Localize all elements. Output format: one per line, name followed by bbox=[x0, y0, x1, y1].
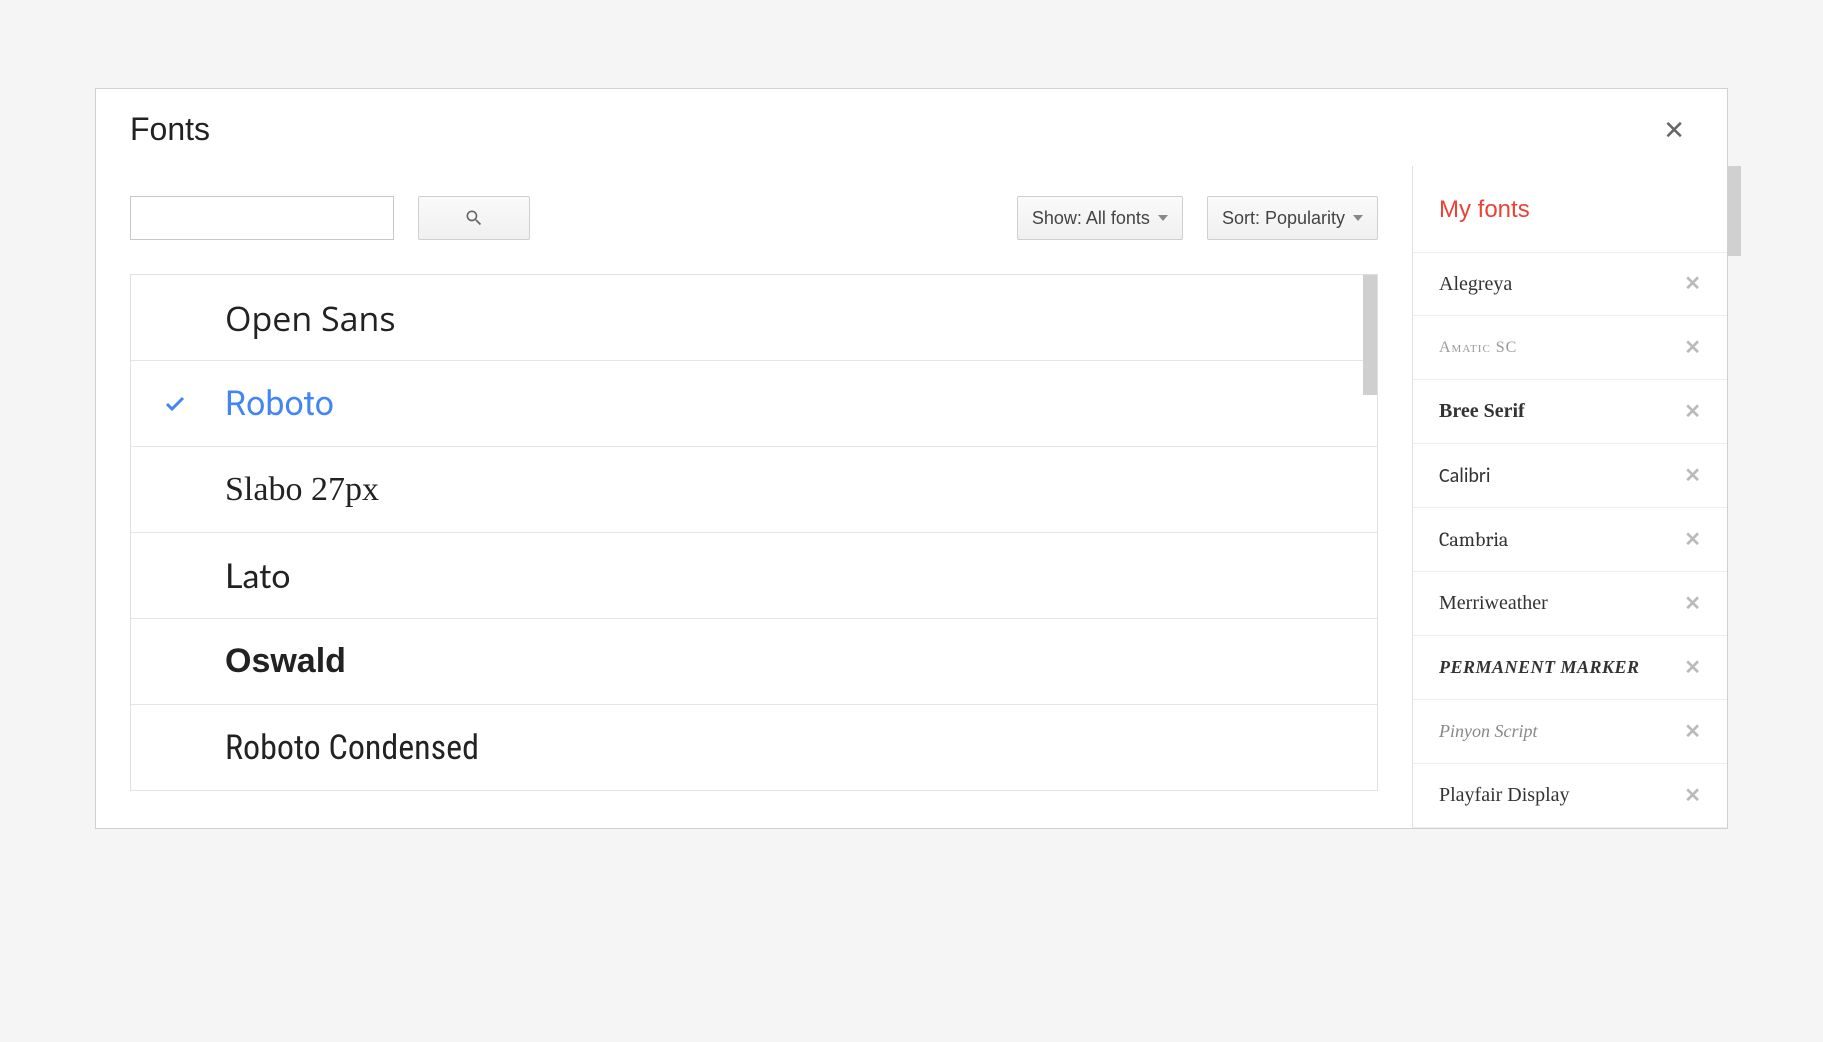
my-font-name-label: Bree Serif bbox=[1439, 400, 1525, 423]
my-font-name-label: Cambria bbox=[1439, 528, 1508, 551]
font-list-scrollbar[interactable] bbox=[1363, 275, 1377, 395]
font-name-label: Roboto Condensed bbox=[225, 728, 479, 768]
my-fonts-title: My fonts bbox=[1413, 196, 1727, 252]
my-font-item: Bree Serif ✕ bbox=[1413, 380, 1727, 444]
close-icon: ✕ bbox=[1684, 337, 1701, 359]
close-icon: ✕ bbox=[1663, 115, 1685, 145]
remove-font-button[interactable]: ✕ bbox=[1684, 722, 1701, 742]
remove-font-button[interactable]: ✕ bbox=[1684, 466, 1701, 486]
my-font-name-label: Pinyon Script bbox=[1439, 721, 1537, 742]
close-button[interactable]: ✕ bbox=[1655, 113, 1693, 147]
remove-font-button[interactable]: ✕ bbox=[1684, 338, 1701, 358]
close-icon: ✕ bbox=[1684, 785, 1701, 807]
chevron-down-icon bbox=[1353, 215, 1363, 221]
remove-font-button[interactable]: ✕ bbox=[1684, 786, 1701, 806]
main-panel: Show: All fonts Sort: Popularity Open Sa… bbox=[96, 166, 1413, 828]
my-fonts-list: Alegreya✕Amatic SC✕Bree Serif✕Calibri✕Ca… bbox=[1413, 252, 1727, 828]
chevron-down-icon bbox=[1158, 215, 1168, 221]
my-font-name-label: Playfair Display bbox=[1439, 784, 1570, 807]
my-font-item: Playfair Display ✕ bbox=[1413, 764, 1727, 828]
fonts-dialog: Fonts ✕ Show: All fonts Sort: Popularity bbox=[95, 88, 1728, 829]
search-icon bbox=[464, 208, 484, 228]
close-icon: ✕ bbox=[1684, 657, 1701, 679]
my-font-item: Alegreya ✕ bbox=[1413, 252, 1727, 316]
my-font-item: Calibri ✕ bbox=[1413, 444, 1727, 508]
close-icon: ✕ bbox=[1684, 529, 1701, 551]
my-font-name-label: Merriweather bbox=[1439, 592, 1548, 615]
font-name-label: Lato bbox=[225, 555, 291, 596]
font-list-item[interactable]: Roboto bbox=[131, 361, 1377, 447]
font-list: Open Sans Roboto Slabo 27px Lato Oswald Robot… bbox=[131, 275, 1377, 791]
my-font-item: Permanent Marker ✕ bbox=[1413, 636, 1727, 700]
my-font-item: Amatic SC ✕ bbox=[1413, 316, 1727, 380]
close-icon: ✕ bbox=[1684, 465, 1701, 487]
close-icon: ✕ bbox=[1684, 721, 1701, 743]
close-icon: ✕ bbox=[1684, 273, 1701, 295]
font-list-item[interactable]: Lato bbox=[131, 533, 1377, 619]
my-font-item: Merriweather ✕ bbox=[1413, 572, 1727, 636]
font-list-container: Open Sans Roboto Slabo 27px Lato Oswald Robot… bbox=[130, 274, 1378, 791]
search-button[interactable] bbox=[418, 196, 530, 240]
my-font-name-label: Alegreya bbox=[1439, 273, 1512, 296]
remove-font-button[interactable]: ✕ bbox=[1684, 530, 1701, 550]
font-list-item[interactable]: Open Sans bbox=[131, 275, 1377, 361]
check-icon bbox=[163, 392, 187, 416]
close-icon: ✕ bbox=[1684, 401, 1701, 423]
font-list-item[interactable]: Oswald bbox=[131, 619, 1377, 705]
show-filter-label: Show: All fonts bbox=[1032, 208, 1150, 229]
side-scrollbar-thumb[interactable] bbox=[1727, 166, 1741, 256]
side-scrollbar-track bbox=[1727, 160, 1741, 822]
font-name-label: Roboto bbox=[225, 384, 334, 424]
my-font-name-label: Amatic SC bbox=[1439, 339, 1517, 357]
my-font-item: Cambria ✕ bbox=[1413, 508, 1727, 572]
remove-font-button[interactable]: ✕ bbox=[1684, 402, 1701, 422]
dialog-body: Show: All fonts Sort: Popularity Open Sa… bbox=[96, 166, 1727, 828]
sort-filter-label: Sort: Popularity bbox=[1222, 208, 1345, 229]
close-icon: ✕ bbox=[1684, 593, 1701, 615]
remove-font-button[interactable]: ✕ bbox=[1684, 594, 1701, 614]
font-list-item[interactable]: Roboto Condensed bbox=[131, 705, 1377, 791]
font-name-label: Open Sans bbox=[225, 295, 396, 341]
my-font-name-label: Calibri bbox=[1439, 464, 1491, 488]
font-name-label: Oswald bbox=[225, 642, 346, 681]
dialog-header: Fonts ✕ bbox=[96, 89, 1727, 166]
search-input[interactable] bbox=[130, 196, 394, 240]
remove-font-button[interactable]: ✕ bbox=[1684, 658, 1701, 678]
font-list-item[interactable]: Slabo 27px bbox=[131, 447, 1377, 533]
font-name-label: Slabo 27px bbox=[225, 471, 379, 509]
sort-filter-button[interactable]: Sort: Popularity bbox=[1207, 196, 1378, 240]
my-fonts-panel: My fonts Alegreya✕Amatic SC✕Bree Serif✕C… bbox=[1413, 166, 1727, 828]
controls-row: Show: All fonts Sort: Popularity bbox=[130, 196, 1378, 240]
my-font-name-label: Permanent Marker bbox=[1439, 657, 1640, 678]
show-filter-button[interactable]: Show: All fonts bbox=[1017, 196, 1183, 240]
remove-font-button[interactable]: ✕ bbox=[1684, 274, 1701, 294]
dialog-title: Fonts bbox=[130, 111, 210, 148]
my-font-item: Pinyon Script ✕ bbox=[1413, 700, 1727, 764]
check-column bbox=[163, 392, 225, 416]
